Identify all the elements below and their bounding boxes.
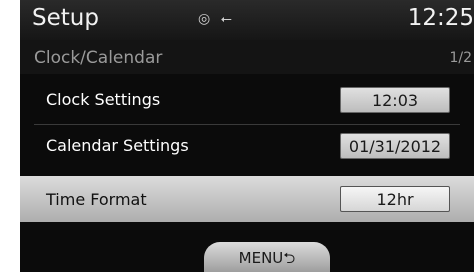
page-indicator: 1/2 bbox=[449, 50, 472, 66]
calendar-settings-label: Calendar Settings bbox=[46, 136, 189, 155]
screen-title: Setup bbox=[32, 5, 99, 31]
calendar-settings-row[interactable]: Calendar Settings 01/31/2012 bbox=[20, 124, 474, 168]
calendar-settings-value: 01/31/2012 bbox=[340, 133, 450, 159]
time-format-value: 12hr bbox=[340, 186, 450, 212]
time-format-row[interactable]: Time Format 12hr bbox=[20, 176, 474, 222]
time-format-label: Time Format bbox=[46, 190, 147, 209]
subheader: Clock/Calendar 1/2 bbox=[20, 40, 474, 74]
head-unit-screen: Setup ◎ ⭠ 12:25 Clock/Calendar 1/2 Clock… bbox=[20, 0, 474, 272]
clock-settings-value: 12:03 bbox=[340, 87, 450, 113]
clock-display: 12:25 bbox=[407, 5, 474, 31]
status-bar: Setup ◎ ⭠ 12:25 bbox=[20, 0, 474, 40]
clock-settings-label: Clock Settings bbox=[46, 90, 161, 109]
clock-settings-row[interactable]: Clock Settings 12:03 bbox=[20, 78, 474, 122]
menu-button[interactable]: MENU⮌ bbox=[204, 242, 330, 272]
disc-usb-icon: ◎ ⭠ bbox=[198, 11, 235, 27]
subheader-title: Clock/Calendar bbox=[34, 48, 163, 68]
